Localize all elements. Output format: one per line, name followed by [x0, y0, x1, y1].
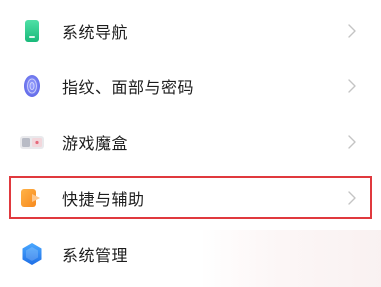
settings-item-label: 指纹、面部与密码 — [62, 78, 195, 97]
settings-item-label: 游戏魔盒 — [62, 134, 129, 153]
chevron-right-icon — [347, 78, 357, 94]
settings-item-label: 系统管理 — [62, 246, 129, 265]
settings-item-label: 快捷与辅助 — [62, 190, 145, 209]
chevron-right-icon — [347, 23, 357, 39]
chevron-right-icon — [347, 134, 357, 150]
settings-item-system-management[interactable]: 系统管理 — [0, 226, 381, 282]
settings-item-game-box[interactable]: 游戏魔盒 — [0, 114, 381, 170]
settings-item-system-navigation[interactable]: 系统导航 — [0, 3, 381, 59]
settings-list: 系统导航 指纹、面部与密码 游戏魔盒 快捷与辅助 系统管理 — [0, 0, 381, 287]
settings-item-label: 系统导航 — [62, 23, 129, 42]
shortcut-assist-icon — [20, 186, 44, 210]
system-management-icon — [20, 242, 44, 266]
settings-item-fingerprint-face-password[interactable]: 指纹、面部与密码 — [0, 58, 381, 114]
fingerprint-icon — [20, 74, 44, 98]
game-box-icon — [20, 130, 44, 154]
settings-item-shortcut-assist[interactable]: 快捷与辅助 — [0, 170, 381, 226]
chevron-right-icon — [347, 190, 357, 206]
system-navigation-icon — [20, 19, 44, 43]
